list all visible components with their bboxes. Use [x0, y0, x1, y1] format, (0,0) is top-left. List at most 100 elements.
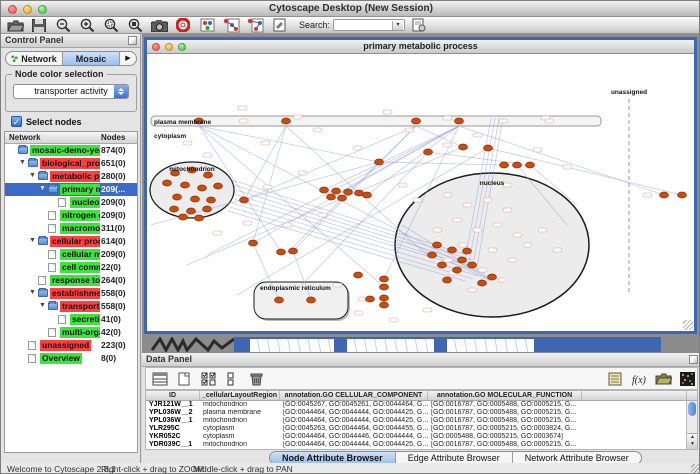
zoom-fit-icon[interactable] [125, 18, 145, 33]
graph-node[interactable] [380, 276, 389, 282]
graph-node[interactable] [448, 247, 457, 253]
app-resize-grip[interactable] [691, 464, 700, 473]
graph-node[interactable] [289, 248, 298, 254]
graph-node[interactable] [463, 248, 472, 254]
zoom-in-icon[interactable] [77, 18, 97, 33]
table-row[interactable]: YPL036W__2plasma membrane[GO:0044464, GO… [146, 409, 697, 417]
graph-node[interactable] [363, 192, 372, 198]
save-icon[interactable] [29, 18, 49, 33]
table-row[interactable]: YPL036W__1mitochondrion[GO:0044464, GO:0… [146, 417, 697, 425]
graph-node[interactable] [187, 208, 196, 214]
float-panel-icon[interactable] [689, 355, 698, 364]
table-row[interactable]: YJR121W__1mitochondrion[GO:0045267, GO:0… [146, 401, 697, 409]
graph-node[interactable] [424, 149, 433, 155]
graph-node[interactable] [513, 162, 522, 168]
network-modify-icon[interactable] [245, 18, 265, 33]
graph-node[interactable] [173, 194, 182, 200]
delete-attribute-icon[interactable] [246, 371, 266, 386]
tree-row[interactable]: response to stimulu264(0) [5, 274, 137, 287]
expand-arrow-icon[interactable]: ▼ [39, 185, 46, 192]
attribute-editor-icon[interactable] [605, 371, 625, 386]
search-settings-icon[interactable] [409, 18, 429, 33]
search-dropdown-arrow[interactable]: ▾ [392, 21, 403, 30]
graph-node[interactable] [412, 118, 421, 124]
graph-node[interactable] [375, 159, 384, 165]
graph-node[interactable] [453, 267, 462, 273]
import-attributes-icon[interactable] [653, 371, 673, 386]
zoom-out-icon[interactable] [53, 18, 73, 33]
graph-node[interactable] [282, 118, 291, 124]
tree-row[interactable]: ▼establishment of lo558(0) [5, 287, 137, 300]
graph-node[interactable] [240, 197, 249, 203]
tree-row[interactable]: ▼primary metabo209(... [5, 183, 137, 196]
graph-node[interactable] [203, 206, 212, 212]
graph-node[interactable] [468, 262, 477, 268]
snapshot-icon[interactable] [149, 18, 169, 33]
graph-node[interactable] [459, 144, 468, 150]
graph-node[interactable] [355, 190, 364, 196]
table-column-header[interactable]: annotation.GO CELLULAR_COMPONENT [280, 391, 428, 400]
graph-node[interactable] [438, 262, 447, 268]
table-row[interactable]: YDR039C__1mitochondrion[GO:0044464, GO:0… [146, 441, 697, 449]
tree-row[interactable]: unassigned223(0) [5, 339, 137, 352]
graph-node[interactable] [181, 182, 190, 188]
vizmapper-icon[interactable] [197, 18, 217, 33]
node-color-dropdown[interactable]: transporter activity [13, 84, 129, 99]
search-input[interactable]: ▾ [333, 19, 405, 31]
tree-row[interactable]: cell communicat22(0) [5, 261, 137, 274]
graph-node[interactable] [380, 302, 389, 308]
unselect-attributes-icon[interactable] [222, 371, 242, 386]
graph-node[interactable] [488, 274, 497, 280]
expand-arrow-icon[interactable]: ▼ [29, 237, 36, 244]
graph-node[interactable] [443, 277, 452, 283]
graph-node[interactable] [277, 249, 286, 255]
graph-node[interactable] [678, 192, 687, 198]
graph-node[interactable] [458, 257, 467, 263]
attribute-matrix-icon[interactable] [677, 371, 697, 386]
network-canvas[interactable]: plasma membranecytoplasmmitochondrionnuc… [147, 55, 694, 331]
zoom-selected-icon[interactable] [101, 18, 121, 33]
expand-arrow-icon[interactable]: ▼ [39, 302, 46, 309]
graph-node[interactable] [179, 214, 188, 220]
tree-row[interactable]: Overview8(0) [5, 352, 137, 365]
tree-row[interactable]: multi-organism pro42(0) [5, 326, 137, 339]
tree-row[interactable]: mosaic-demo-yeast874(0) [5, 144, 137, 157]
graph-node[interactable] [275, 297, 284, 303]
table-column-header[interactable]: ID [146, 391, 200, 400]
table-column-header[interactable]: annotation.GO MOLECULAR_FUNCTION [428, 391, 582, 400]
tree-row[interactable]: nitrogen compo209(0) [5, 209, 137, 222]
open-icon[interactable] [5, 18, 25, 33]
scrollbar-thumb[interactable] [688, 402, 696, 416]
graph-node[interactable] [478, 280, 487, 286]
select-nodes-checkbox[interactable]: ✓ [11, 116, 22, 127]
table-column-header[interactable] [582, 391, 687, 400]
graph-node[interactable] [327, 194, 336, 200]
tree-row[interactable]: ▼cellular process614(0) [5, 235, 137, 248]
table-row[interactable]: YKR052Ccytoplasm[GO:0044464, GO:0044446,… [146, 433, 697, 441]
tab-mosaic[interactable]: Mosaic [63, 52, 120, 65]
graph-node[interactable] [214, 183, 223, 189]
tree-row[interactable]: cellular metabo209(0) [5, 248, 137, 261]
expand-arrow-icon[interactable]: ▼ [29, 172, 36, 179]
graph-node[interactable] [198, 185, 207, 191]
graph-node[interactable] [320, 187, 329, 193]
graph-node[interactable] [338, 195, 347, 201]
graph-node[interactable] [380, 295, 389, 301]
graph-node[interactable] [332, 188, 341, 194]
tree-row[interactable]: ▼metabolic process280(0) [5, 170, 137, 183]
graph-node[interactable] [433, 242, 442, 248]
tab-network[interactable]: Network [6, 52, 63, 65]
graph-node[interactable] [191, 196, 200, 202]
graph-node[interactable] [500, 162, 509, 168]
graph-node[interactable] [307, 297, 316, 303]
graph-node[interactable] [207, 197, 216, 203]
graph-node[interactable] [249, 240, 258, 246]
graph-node[interactable] [163, 180, 172, 186]
graph-node[interactable] [354, 272, 363, 278]
graph-node[interactable] [526, 162, 535, 168]
scrollbar-arrows[interactable]: ▲▼ [687, 433, 698, 449]
graph-node[interactable] [380, 284, 389, 290]
table-row[interactable]: YLR295Ccytoplasm[GO:0045263, GO:0044464,… [146, 425, 697, 433]
attribute-table-icon[interactable] [150, 371, 170, 386]
function-builder-icon[interactable]: f(x) [629, 371, 649, 386]
